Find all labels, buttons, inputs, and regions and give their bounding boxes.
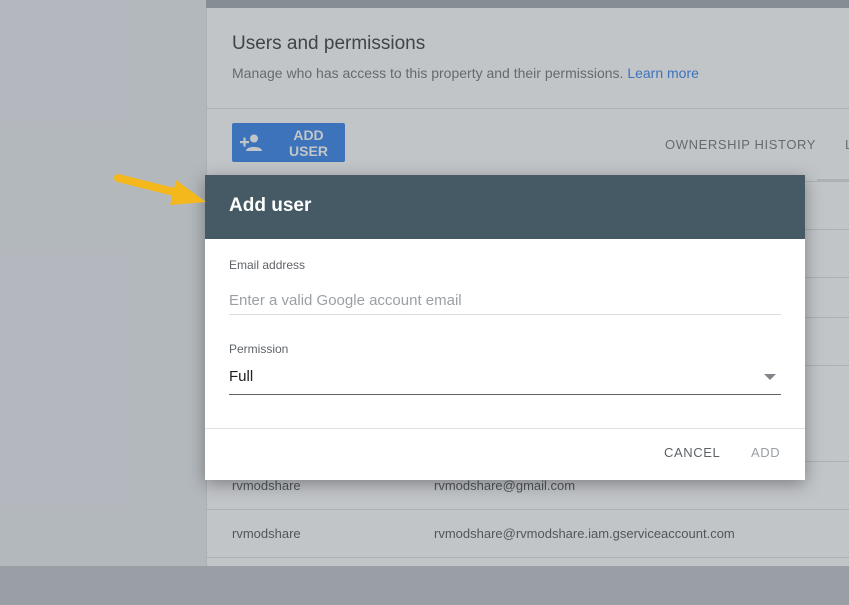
dialog-title: Add user <box>229 195 312 216</box>
permission-label: Permission <box>229 342 289 356</box>
cancel-button[interactable]: CANCEL <box>664 445 720 460</box>
email-field[interactable] <box>229 287 781 315</box>
permission-value: Full <box>229 368 254 385</box>
pointer-arrow-icon <box>108 168 208 210</box>
add-button[interactable]: ADD <box>751 445 780 460</box>
permission-select[interactable]: Full <box>229 363 781 395</box>
caret-down-icon <box>764 374 776 380</box>
add-user-dialog: Add user Email address Permission Full C… <box>205 175 805 480</box>
dialog-divider <box>205 428 805 429</box>
dialog-header: Add user <box>205 175 805 239</box>
email-label: Email address <box>229 258 306 272</box>
